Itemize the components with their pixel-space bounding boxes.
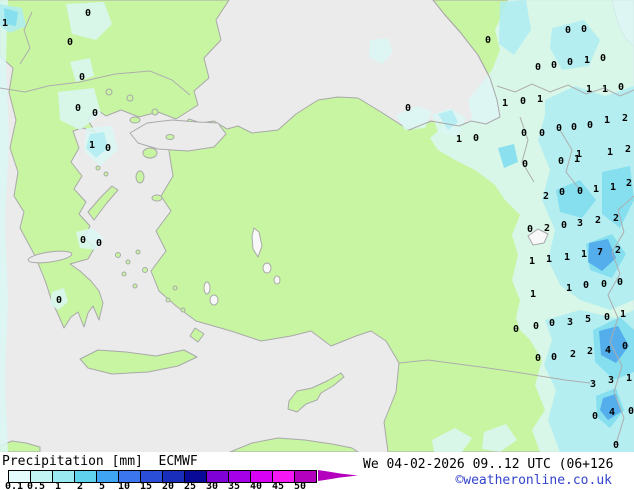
legend-title: Precipitation [mm] ECMWF: [2, 454, 198, 469]
island-lesbos: [142, 147, 158, 159]
island-sporades-2: [103, 171, 109, 177]
legend-tick-label: 0.1: [4, 481, 24, 490]
island-samos: [151, 194, 163, 202]
legend-tick-label: 30: [205, 481, 219, 490]
island-cyclades-2: [125, 259, 131, 265]
legend-tick-label: 0.5: [26, 481, 46, 490]
island-cyclades-6: [132, 283, 138, 289]
weather-map-page: 1000001000000100000010110101000001211200…: [0, 0, 634, 490]
island-cyclades-3: [135, 249, 141, 255]
lake-egirdir: [203, 281, 211, 295]
legend-bar: Precipitation [mm] ECMWF 0.1 0.5 1 2 5 10 15 20…: [0, 452, 634, 490]
copyright-link[interactable]: ©weatheronline.co.uk: [455, 473, 612, 488]
island-chios: [135, 170, 145, 184]
island-dodecanese-1: [165, 297, 171, 303]
legend-arrow-icon: [318, 470, 358, 481]
legend-tick-label: 35: [227, 481, 241, 490]
island-cyclades-4: [121, 271, 127, 277]
weather-map: 1000001000000100000010110101000001211200…: [0, 0, 634, 452]
island-marmara: [165, 134, 175, 140]
lake-small: [273, 275, 281, 285]
legend-tick-label: 45: [271, 481, 285, 490]
valid-datetime: We 04-02-2026 09..12 UTC (06+126: [363, 457, 614, 472]
legend-tick-label: 10: [117, 481, 131, 490]
legend-labels: 0.1 0.5 1 2 5 10 15 20 25 30 35 40 45 50: [4, 481, 328, 490]
island-samothrace: [126, 94, 134, 102]
island-cyclades-1: [115, 252, 121, 258]
legend-tick-label: 50: [293, 481, 307, 490]
legend-tick-label: 1: [54, 481, 62, 490]
legend-tick-label: 40: [249, 481, 263, 490]
island-dodecanese-2: [172, 285, 178, 291]
legend-tick-label: 2: [76, 481, 84, 490]
legend-tick-label: 25: [183, 481, 197, 490]
island-imbros: [151, 108, 159, 116]
lake-beysehir: [209, 294, 219, 306]
legend-tick-label: 15: [139, 481, 153, 490]
legend-tick-label: 20: [161, 481, 175, 490]
map-svg: [0, 0, 634, 452]
legend-tick-label: 5: [98, 481, 106, 490]
island-thasos: [105, 88, 113, 96]
island-cyclades-5: [142, 267, 148, 273]
island-dodecanese-3: [180, 307, 186, 313]
lake-aksehir: [262, 262, 272, 274]
island-sporades-1: [95, 165, 101, 171]
island-limnos: [129, 116, 141, 124]
